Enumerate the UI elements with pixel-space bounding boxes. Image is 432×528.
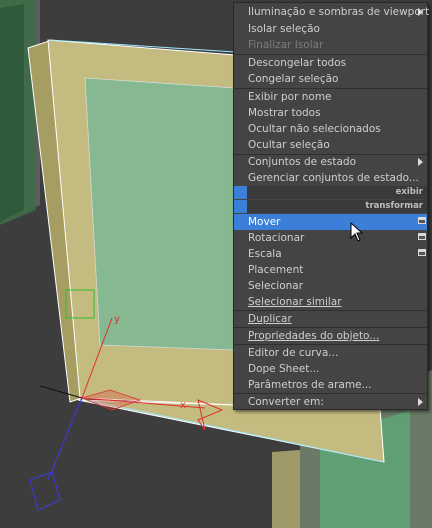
- options-box-icon[interactable]: [418, 249, 426, 256]
- quad-header-transform[interactable]: transformar: [234, 200, 427, 213]
- menu-item-dope-sheet[interactable]: Dope Sheet...: [234, 361, 427, 377]
- submenu-arrow-icon: [418, 158, 423, 166]
- menu-item-select[interactable]: Selecionar: [234, 278, 427, 294]
- quad-header-display[interactable]: exibir: [234, 186, 427, 199]
- menu-item-clone[interactable]: Duplicar: [234, 311, 427, 327]
- menu-item-convert-to[interactable]: Converter em:: [234, 394, 427, 410]
- gizmo-x-label: x: [180, 400, 186, 411]
- menu-item-rotate[interactable]: Rotacionar: [234, 230, 427, 246]
- quad-menu: Iluminação e sombras de viewport Isolar …: [233, 2, 429, 410]
- quad-color-swatch: [234, 186, 247, 199]
- quad-color-swatch: [234, 200, 247, 213]
- gizmo-z-axis: [47, 397, 83, 481]
- gizmo-y-label: y: [114, 314, 120, 325]
- menu-item-placement[interactable]: Placement: [234, 262, 427, 278]
- options-box-icon[interactable]: [418, 217, 426, 224]
- submenu-arrow-icon: [418, 8, 423, 16]
- menu-item-manage-state-sets[interactable]: Gerenciar conjuntos de estado...: [234, 170, 427, 186]
- menu-item-move[interactable]: Mover: [234, 214, 427, 230]
- menu-item-state-sets[interactable]: Conjuntos de estado: [234, 154, 427, 170]
- menu-item-freeze-selection[interactable]: Congelar seleção: [234, 71, 427, 87]
- menu-item-curve-editor[interactable]: Editor de curva...: [234, 345, 427, 361]
- menu-item-unhide-all[interactable]: Mostrar todos: [234, 105, 427, 121]
- menu-item-viewport-lighting[interactable]: Iluminação e sombras de viewport: [234, 4, 429, 20]
- gizmo-z-arrow: [29, 471, 61, 511]
- menu-item-hide-selection[interactable]: Ocultar seleção: [234, 137, 427, 153]
- menu-item-unfreeze-all[interactable]: Descongelar todos: [234, 55, 427, 71]
- menu-item-scale[interactable]: Escala: [234, 246, 427, 262]
- options-box-icon[interactable]: [418, 233, 426, 240]
- background-frame-right: [272, 450, 300, 528]
- menu-item-object-properties[interactable]: Propriedades do objeto...: [234, 328, 427, 344]
- menu-item-isolate-selection[interactable]: Isolar seleção: [234, 21, 427, 37]
- door-glass: [84, 77, 236, 351]
- menu-item-display-by-name[interactable]: Exibir por nome: [234, 89, 427, 105]
- mouse-pointer-icon: [350, 222, 364, 242]
- background-panel-edge: [0, 4, 24, 222]
- menu-item-end-isolate: Finalizar Isolar: [248, 39, 324, 51]
- menu-item-hide-unselected[interactable]: Ocultar não selecionados: [234, 121, 427, 137]
- menu-item-select-similar[interactable]: Selecionar similar: [234, 294, 427, 310]
- submenu-arrow-icon: [418, 398, 423, 406]
- menu-item-wire-parameters[interactable]: Parâmetros de arame...: [234, 377, 427, 393]
